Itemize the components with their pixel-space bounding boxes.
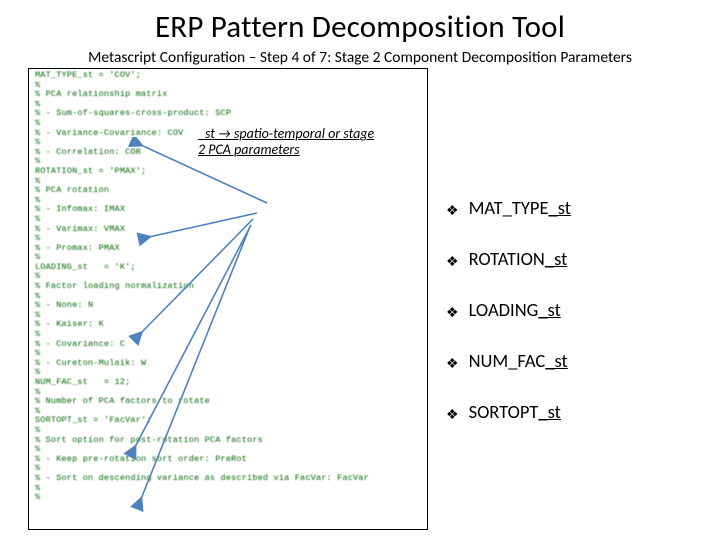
bullet-text: SORTOPT_st	[469, 400, 561, 423]
diamond-bullet-icon: ❖	[446, 306, 459, 320]
bullet-text: LOADING_st	[469, 298, 561, 321]
diamond-bullet-icon: ❖	[446, 408, 459, 422]
bullet-text: MAT_TYPE_st	[469, 196, 571, 219]
bullet-text: ROTATION_st	[469, 247, 568, 270]
slide: ERP Pattern Decomposition Tool Metascrip…	[0, 0, 720, 540]
list-item: ❖ MAT_TYPE_st	[446, 196, 686, 219]
diamond-bullet-icon: ❖	[446, 357, 459, 371]
page-title: ERP Pattern Decomposition Tool	[0, 0, 720, 46]
parameter-bullet-list: ❖ MAT_TYPE_st ❖ ROTATION_st ❖ LOADING_st…	[446, 196, 686, 451]
annotation-callout: _st → spatio-temporal or stage 2 PCA par…	[198, 126, 378, 158]
page-subtitle: Metascript Configuration – Step 4 of 7: …	[0, 46, 720, 67]
diamond-bullet-icon: ❖	[446, 204, 459, 218]
bullet-text: NUM_FAC_st	[469, 349, 568, 372]
diamond-bullet-icon: ❖	[446, 255, 459, 269]
list-item: ❖ ROTATION_st	[446, 247, 686, 270]
list-item: ❖ LOADING_st	[446, 298, 686, 321]
list-item: ❖ SORTOPT_st	[446, 400, 686, 423]
list-item: ❖ NUM_FAC_st	[446, 349, 686, 372]
